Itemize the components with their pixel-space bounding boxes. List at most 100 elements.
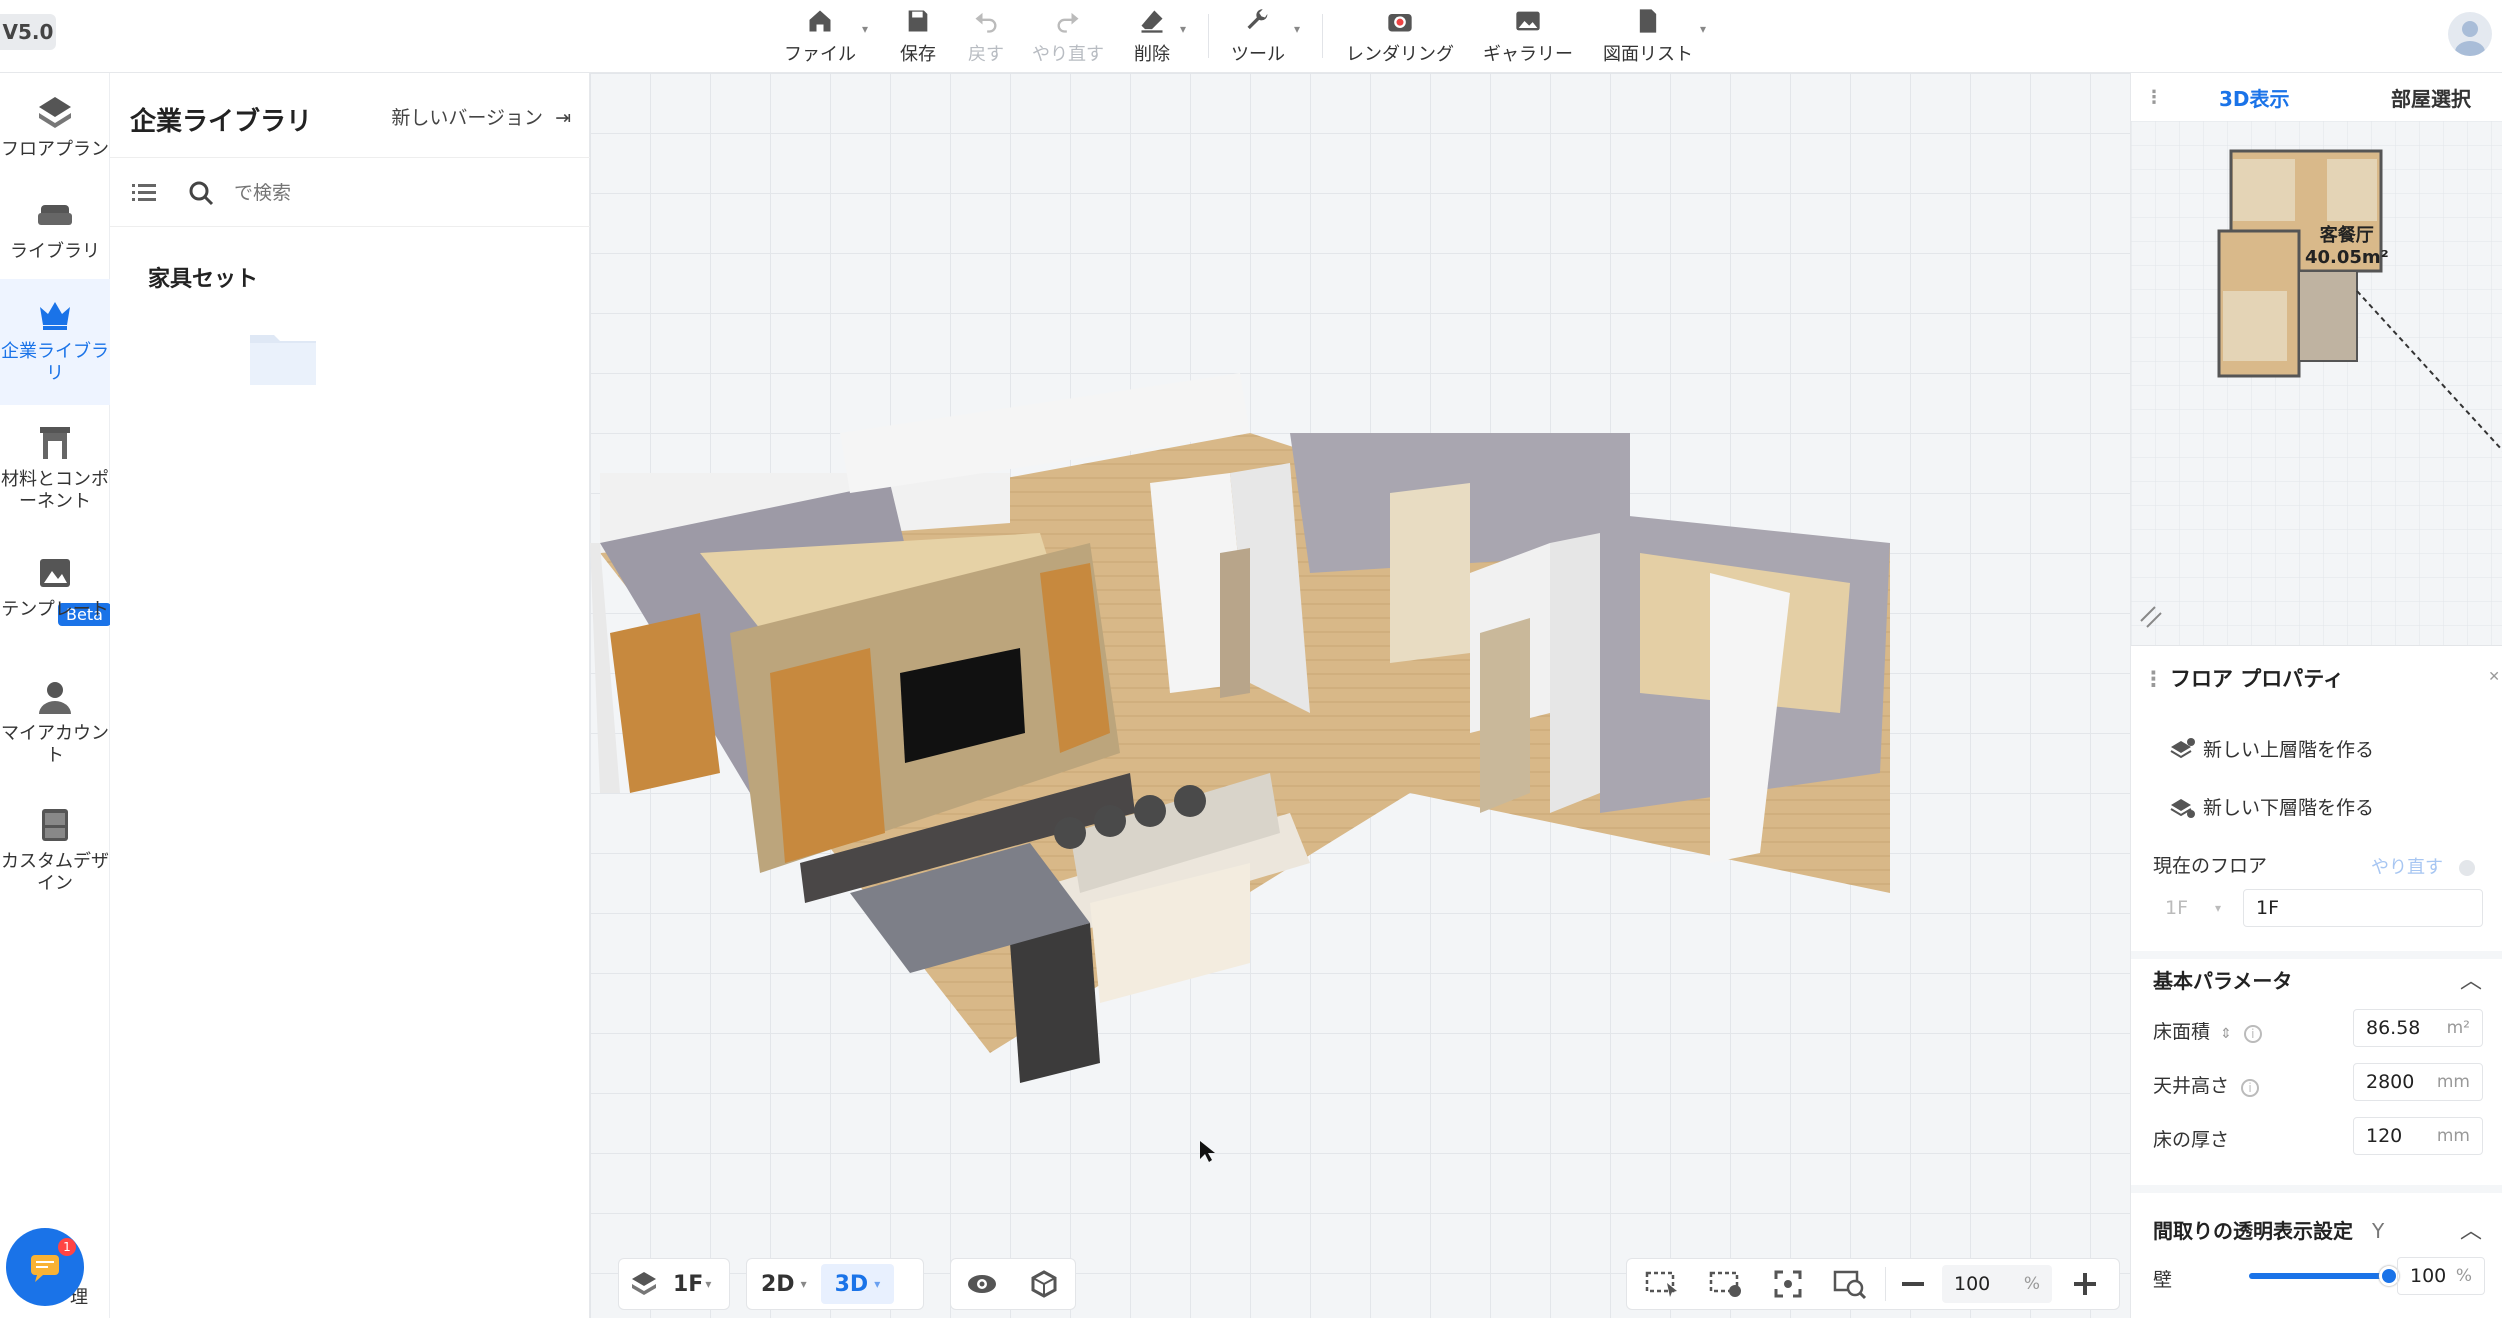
- view-2d-button[interactable]: 2D ▾: [747, 1264, 821, 1304]
- wall-slider-handle[interactable]: [2379, 1266, 2399, 1286]
- sidebar-item-label: 材料とコンポーネント: [1, 469, 109, 512]
- ceiling-height-field[interactable]: 2800 mm: [2353, 1063, 2483, 1101]
- info-icon[interactable]: i: [2243, 1025, 2262, 1043]
- user-icon: [33, 675, 77, 719]
- view-2d-caret-icon: ▾: [800, 1277, 807, 1291]
- avatar[interactable]: [2448, 12, 2492, 56]
- exit-icon: ⇥: [555, 107, 571, 129]
- tab-room-select[interactable]: 部屋選択: [2391, 83, 2471, 112]
- crown-icon: [33, 293, 77, 337]
- eraser-icon: [1135, 4, 1169, 38]
- floor-code-caret-icon: ▾: [2214, 901, 2221, 915]
- image-icon: [1511, 4, 1545, 38]
- redo-link[interactable]: やり直す: [2371, 853, 2475, 879]
- tools-caret-icon[interactable]: ▾: [1294, 22, 1300, 36]
- close-icon[interactable]: ✕: [2488, 669, 2500, 685]
- section-divider: [2131, 951, 2502, 959]
- sort-icon[interactable]: ⇕: [2220, 1026, 2232, 1042]
- version-badge: V5.0: [0, 14, 56, 50]
- sidebar-item-account[interactable]: マイアカウント: [0, 675, 110, 795]
- tab-3d-view[interactable]: 3D表示: [2219, 83, 2290, 112]
- basic-params-title: 基本パラメータ: [2153, 969, 2293, 993]
- delete-label: 削除: [1134, 44, 1170, 65]
- view-3d-button[interactable]: 3D ▾: [820, 1264, 895, 1304]
- drag-handle-icon[interactable]: ⋮: [2145, 87, 2163, 108]
- wall-opacity-slider[interactable]: [2249, 1266, 2399, 1286]
- new-version-link[interactable]: 新しいバージョン ⇥: [391, 103, 571, 130]
- undo-button[interactable]: 戻す: [960, 0, 1012, 70]
- view-3d-caret-icon: ▾: [874, 1277, 881, 1291]
- delete-caret-icon[interactable]: ▾: [1180, 22, 1186, 36]
- redo-label: やり直す: [1032, 44, 1104, 65]
- template-icon: [33, 551, 77, 595]
- floor-name-input[interactable]: 1F: [2243, 889, 2483, 927]
- fit-view-icon[interactable]: [1773, 1269, 1803, 1299]
- floor-caret-icon: ▾: [705, 1277, 712, 1291]
- folder-icon[interactable]: [248, 329, 318, 387]
- floor-name-value: 1F: [2256, 897, 2280, 919]
- floor-selector[interactable]: 1F ▾: [618, 1258, 730, 1310]
- cube-icon[interactable]: [1029, 1269, 1059, 1299]
- floor-code-select[interactable]: 1F ▾: [2153, 889, 2233, 927]
- redo-circle-icon: [2458, 860, 2475, 876]
- rendering-button[interactable]: レンダリング: [1344, 0, 1456, 70]
- save-label: 保存: [900, 44, 936, 65]
- gallery-button[interactable]: ギャラリー: [1480, 0, 1576, 70]
- view-2d-label: 2D: [761, 1271, 795, 1297]
- search-icon[interactable]: [188, 180, 214, 206]
- sidebar-item-template[interactable]: テンプレート: [0, 551, 110, 671]
- library-panel: 企業ライブラリ 新しいバージョン ⇥ 家具セット: [110, 73, 590, 1318]
- sidebar-item-custom-design[interactable]: カスタムデザイン: [0, 803, 110, 933]
- sidebar-item-enterprise-library[interactable]: 企業ライブラリ: [0, 279, 110, 405]
- wall-opacity-field[interactable]: 100%: [2397, 1257, 2485, 1295]
- library-title: 企業ライブラリ: [130, 107, 313, 137]
- screen-capture-icon[interactable]: [1645, 1269, 1679, 1299]
- list-icon[interactable]: [132, 182, 156, 204]
- collapse-transparency-icon[interactable]: ︿: [2460, 1213, 2482, 1245]
- floor-thickness-field[interactable]: 120 mm: [2353, 1117, 2483, 1155]
- ceiling-unit: mm: [2436, 1072, 2470, 1092]
- sofa-icon: [33, 193, 77, 237]
- new-lower-floor-button[interactable]: 新しい下層階を作る: [2169, 793, 2374, 820]
- tools-button[interactable]: ツール: [1226, 0, 1290, 70]
- cabinet-icon: [33, 803, 77, 847]
- collapse-basic-icon[interactable]: ︿: [2460, 963, 2482, 995]
- zoom-out-icon[interactable]: [1900, 1271, 1926, 1297]
- right-panel: ⋮ 3D表示 部屋選択 客餐厅 40.05m² ⋮ フロア プロパティ ✕ 新しい…: [2130, 73, 2502, 1318]
- drawing-list-button[interactable]: 図面リスト: [1600, 0, 1696, 70]
- current-floor-label: 現在のフロア: [2153, 855, 2268, 877]
- drawing-list-caret-icon[interactable]: ▾: [1700, 22, 1706, 36]
- 3d-viewport[interactable]: [590, 73, 2130, 1318]
- minimap-canvas: [2131, 121, 2502, 645]
- camera-settings-icon[interactable]: [1709, 1269, 1743, 1299]
- info-icon[interactable]: i: [2241, 1079, 2260, 1097]
- file-caret-icon[interactable]: ▾: [862, 22, 868, 36]
- new-upper-floor-button[interactable]: 新しい上層階を作る: [2169, 735, 2374, 762]
- redo-button[interactable]: やり直す: [1028, 0, 1108, 70]
- file-button[interactable]: ファイル: [780, 0, 860, 70]
- delete-button[interactable]: 削除: [1124, 0, 1180, 70]
- floor-area-field[interactable]: 86.58 m²: [2353, 1009, 2483, 1047]
- file-label: ファイル: [784, 44, 856, 65]
- redo-icon: [1051, 4, 1085, 38]
- tools-label: ツール: [1231, 44, 1285, 65]
- floor-properties-label: フロア プロパティ: [2170, 667, 2345, 691]
- minimap[interactable]: 客餐厅 40.05m²: [2131, 121, 2502, 646]
- fireplace-icon: [33, 421, 77, 465]
- save-button[interactable]: 保存: [892, 0, 944, 70]
- sidebar-item-materials[interactable]: 材料とコンポーネント: [0, 421, 110, 541]
- floor-code-value: 1F: [2165, 897, 2189, 919]
- sidebar-item-library[interactable]: ライブラリ: [0, 193, 110, 283]
- ceiling-row: 天井高さ i: [2153, 1071, 2260, 1098]
- floor-area-value: 86.58: [2366, 1017, 2421, 1039]
- eye-icon[interactable]: [967, 1273, 997, 1295]
- drag-handle-icon[interactable]: ⋮: [2143, 667, 2164, 691]
- zoom-in-icon[interactable]: [2072, 1271, 2098, 1297]
- sidebar-item-floorplan[interactable]: フロアプラン: [0, 91, 110, 181]
- chat-button[interactable]: 1: [6, 1228, 84, 1306]
- zoom-window-icon[interactable]: [1833, 1268, 1867, 1300]
- search-input[interactable]: [234, 174, 554, 212]
- room-label[interactable]: 客餐厅 40.05m²: [2305, 225, 2389, 269]
- gallery-label: ギャラリー: [1483, 44, 1573, 65]
- zoom-input[interactable]: 100 %: [1942, 1265, 2052, 1303]
